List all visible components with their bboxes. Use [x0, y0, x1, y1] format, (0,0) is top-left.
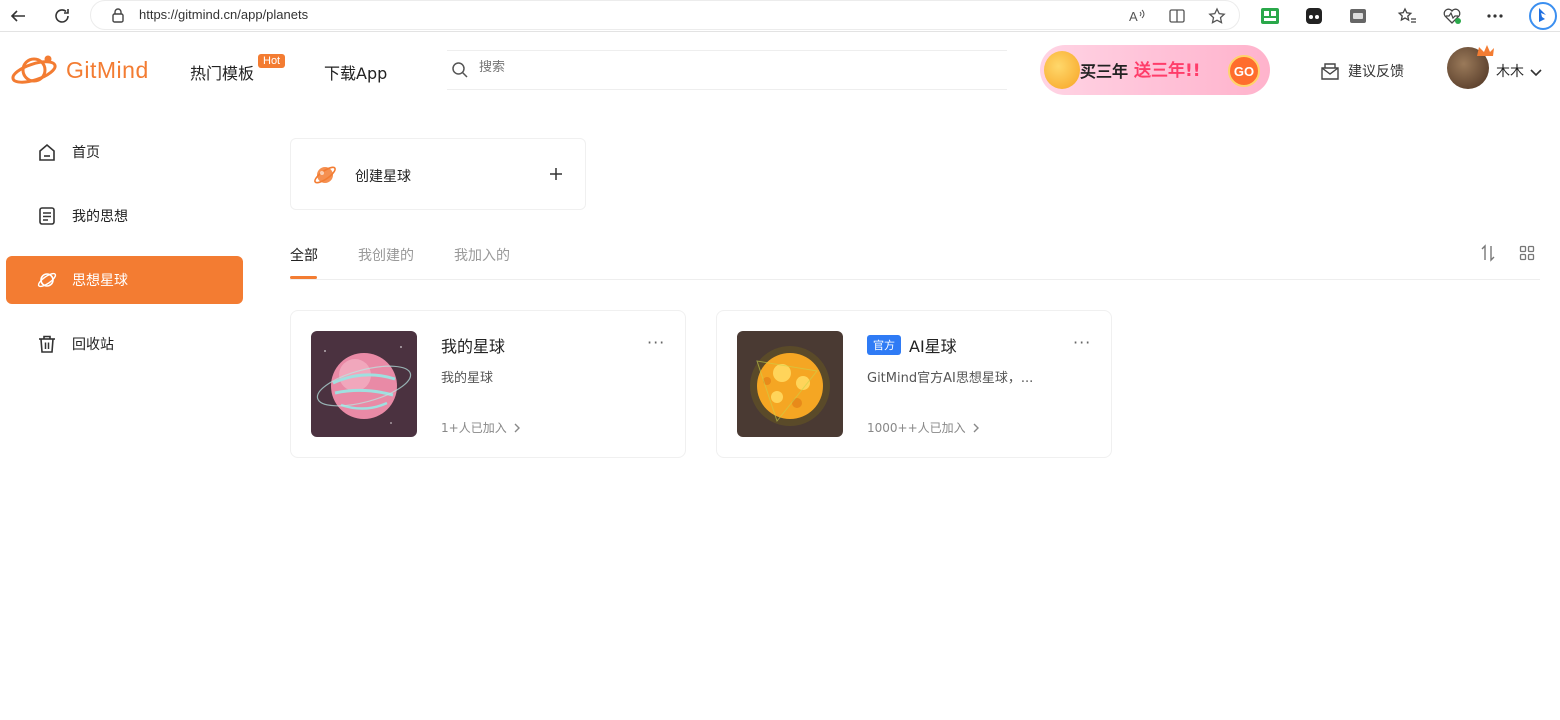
sidebar-item-label: 思想星球 — [72, 273, 128, 289]
chevron-down-icon[interactable] — [1529, 63, 1543, 82]
user-name[interactable]: 木木 — [1496, 61, 1524, 81]
sidebar-item-label: 首页 — [72, 145, 100, 161]
sidebar-item-home[interactable]: 首页 — [6, 128, 243, 176]
sidebar-item-label: 回收站 — [72, 337, 114, 353]
document-icon — [36, 205, 58, 227]
promo-text-buy: 买三年 — [1080, 62, 1129, 81]
sidebar: 首页 我的思想 思想星球 回收站 — [0, 108, 260, 720]
health-icon[interactable] — [1440, 4, 1464, 28]
chevron-right-icon — [513, 422, 521, 434]
nav-download-app[interactable]: 下载App — [324, 60, 387, 84]
planet-description: 我的星球 — [441, 371, 494, 386]
create-planet-card[interactable]: 创建星球 — [290, 138, 586, 210]
planet-icon — [36, 269, 58, 291]
lock-icon — [111, 8, 125, 27]
feedback-button[interactable]: 建议反馈 — [1320, 61, 1404, 81]
tab-joined-by-me[interactable]: 我加入的 — [454, 245, 510, 265]
promo-go-button[interactable]: GO — [1228, 55, 1260, 87]
search-box[interactable] — [447, 50, 1007, 90]
planet-title-text: 我的星球 — [441, 337, 506, 356]
more-options-button[interactable]: ··· — [647, 333, 665, 352]
bing-copilot-icon[interactable] — [1528, 1, 1558, 31]
planet-thumbnail — [737, 331, 843, 437]
planet-title-text: AI星球 — [909, 337, 957, 356]
gitmind-logo[interactable]: GitMind — [10, 52, 149, 88]
trash-icon — [36, 333, 58, 355]
planet-title: 官方 AI星球 — [867, 333, 957, 357]
more-menu-icon[interactable] — [1483, 4, 1507, 28]
planet-tabs: 全部 我创建的 我加入的 — [290, 240, 1540, 280]
favorites-list-icon[interactable] — [1395, 4, 1419, 28]
more-options-button[interactable]: ··· — [1073, 333, 1091, 352]
planet-members-text: 1+人已加入 — [441, 421, 507, 435]
read-aloud-icon[interactable]: A — [1125, 4, 1149, 28]
feedback-label: 建议反馈 — [1348, 64, 1404, 80]
create-planet-label: 创建星球 — [355, 169, 411, 185]
svg-text:A: A — [1129, 9, 1138, 24]
promo-banner[interactable]: 买三年 送三年!! GO — [1040, 45, 1270, 95]
promo-mascot-icon — [1044, 51, 1080, 89]
planet-card-ai-planet[interactable]: 官方 AI星球 GitMind官方AI思想星球，... 1000++人已加入 ·… — [716, 310, 1112, 458]
address-bar[interactable]: https://gitmind.cn/app/planets — [90, 0, 1240, 30]
crown-icon — [1475, 43, 1495, 57]
sort-icon[interactable] — [1480, 244, 1496, 266]
extension-gray-icon[interactable] — [1346, 4, 1370, 28]
hot-badge: Hot — [258, 54, 286, 68]
tab-all[interactable]: 全部 — [290, 245, 318, 265]
planet-title: 我的星球 — [441, 333, 505, 357]
url-text: https://gitmind.cn/app/planets — [139, 7, 309, 22]
favorite-star-icon[interactable] — [1205, 4, 1229, 28]
gitmind-logo-icon — [11, 55, 57, 84]
logo-text: GitMind — [66, 56, 149, 83]
promo-text-gift: 送三年!! — [1134, 61, 1201, 81]
extension-green-icon[interactable] — [1258, 4, 1282, 28]
sidebar-item-thought-planets[interactable]: 思想星球 — [6, 256, 243, 304]
tab-active-underline — [290, 276, 317, 279]
planet-create-icon — [313, 163, 337, 191]
sidebar-item-trash[interactable]: 回收站 — [6, 320, 243, 368]
grid-view-icon[interactable] — [1519, 245, 1535, 265]
chevron-right-icon — [972, 422, 980, 434]
sidebar-item-label: 我的思想 — [72, 209, 128, 225]
planet-card-my-planet[interactable]: 我的星球 我的星球 1+人已加入 ··· — [290, 310, 686, 458]
planet-members-link[interactable]: 1000++人已加入 — [867, 419, 980, 436]
search-input[interactable] — [479, 60, 979, 75]
plus-icon[interactable] — [547, 165, 565, 187]
official-badge: 官方 — [867, 335, 901, 355]
back-icon[interactable] — [6, 4, 30, 28]
reader-view-icon[interactable] — [1165, 4, 1189, 28]
refresh-icon[interactable] — [50, 4, 74, 28]
nav-hot-templates[interactable]: 热门模板 — [190, 60, 254, 84]
planet-members-text: 1000++人已加入 — [867, 421, 966, 435]
home-icon — [36, 141, 58, 163]
browser-toolbar: https://gitmind.cn/app/planets A — [0, 0, 1560, 32]
mail-icon — [1320, 62, 1340, 80]
extension-dark-icon[interactable] — [1302, 4, 1326, 28]
sidebar-item-my-thoughts[interactable]: 我的思想 — [6, 192, 243, 240]
planet-thumbnail — [311, 331, 417, 437]
planet-description: GitMind官方AI思想星球，... — [867, 371, 1034, 386]
planet-members-link[interactable]: 1+人已加入 — [441, 419, 521, 436]
app-header: GitMind 热门模板 Hot 下载App 买三年 送三年!! GO 建议反馈… — [0, 33, 1560, 107]
search-icon — [451, 61, 469, 83]
tab-created-by-me[interactable]: 我创建的 — [358, 245, 414, 265]
